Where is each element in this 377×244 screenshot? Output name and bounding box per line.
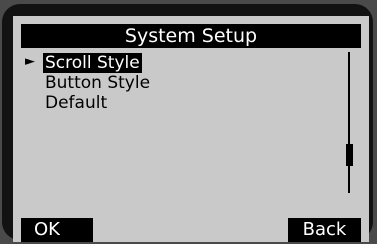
- scrollbar-track[interactable]: [348, 52, 350, 193]
- device-body: System Setup ► Scroll Style Button Style…: [0, 0, 377, 244]
- ok-button[interactable]: OK: [21, 218, 93, 242]
- scrollbar-thumb[interactable]: [346, 144, 353, 166]
- screen-bezel: System Setup ► Scroll Style Button Style…: [2, 4, 373, 242]
- selection-arrow-icon: ►: [25, 54, 35, 69]
- menu-item-button-style[interactable]: Button Style: [43, 73, 152, 93]
- menu-item-scroll-style[interactable]: Scroll Style: [43, 53, 142, 73]
- lcd-screen: System Setup ► Scroll Style Button Style…: [13, 16, 369, 242]
- menu-item-default[interactable]: Default: [43, 93, 109, 113]
- page-title: System Setup: [21, 24, 361, 48]
- back-button[interactable]: Back: [288, 218, 361, 242]
